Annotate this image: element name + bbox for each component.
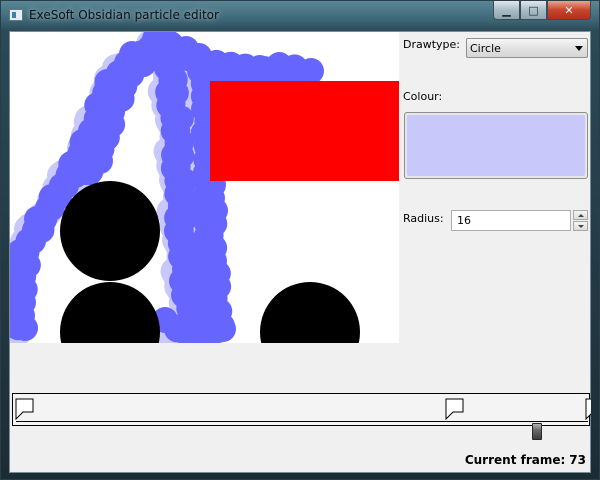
radius-label: Radius:	[403, 212, 444, 225]
maximize-icon: □	[528, 3, 539, 17]
particle-canvas[interactable]	[10, 32, 399, 343]
chevron-down-icon	[575, 46, 583, 51]
keyframe-timeline[interactable]	[12, 393, 591, 426]
radius-increment-button[interactable]	[573, 210, 588, 220]
window-title: ExeSoft Obsidian particle editor	[29, 8, 219, 22]
colour-label: Colour:	[403, 90, 443, 103]
radius-value: 16	[457, 214, 471, 227]
current-frame-value: 73	[569, 453, 586, 467]
particle	[70, 159, 96, 185]
drawtype-value: Circle	[470, 42, 501, 55]
drawtype-label: Drawtype:	[403, 38, 461, 51]
keyframe-flag-icon[interactable]	[15, 398, 35, 420]
properties-panel: Drawtype: Circle Colour: Radius: 16	[399, 32, 592, 343]
black-circle-bottom-right	[260, 282, 360, 343]
current-frame-label: Current frame:	[464, 453, 566, 467]
frame-slider-thumb[interactable]	[532, 423, 542, 440]
title-bar[interactable]: ExeSoft Obsidian particle editor ▁ □ ✕	[1, 1, 599, 31]
timeline-track	[16, 421, 588, 423]
maximize-button[interactable]: □	[520, 1, 547, 20]
window-app-icon[interactable]	[9, 9, 23, 21]
black-circle-bottom-left	[60, 282, 160, 343]
black-circle-top	[60, 181, 160, 281]
particle	[298, 58, 324, 84]
particle	[12, 315, 38, 341]
particle-canvas-drawing	[10, 32, 399, 343]
radius-decrement-button[interactable]	[573, 221, 588, 231]
colour-swatch	[407, 115, 585, 176]
drawtype-select[interactable]: Circle	[466, 38, 588, 58]
minimize-icon: ▁	[502, 3, 511, 17]
keyframe-flag-icon[interactable]	[585, 398, 591, 420]
close-button[interactable]: ✕	[547, 1, 591, 20]
keyframe-flag-icon[interactable]	[445, 398, 465, 420]
colour-picker-button[interactable]	[404, 112, 588, 179]
caption-buttons: ▁ □ ✕	[493, 1, 591, 21]
red-rectangle	[210, 81, 399, 181]
current-frame-status: Current frame: 73	[465, 453, 586, 467]
close-icon: ✕	[564, 3, 574, 17]
minimize-button[interactable]: ▁	[493, 1, 520, 20]
radius-input[interactable]: 16	[451, 210, 571, 231]
app-window: ExeSoft Obsidian particle editor ▁ □ ✕ D…	[0, 0, 600, 480]
particle	[210, 316, 236, 342]
client-area: Drawtype: Circle Colour: Radius: 16 Curr…	[9, 31, 591, 473]
radius-stepper	[573, 210, 588, 231]
